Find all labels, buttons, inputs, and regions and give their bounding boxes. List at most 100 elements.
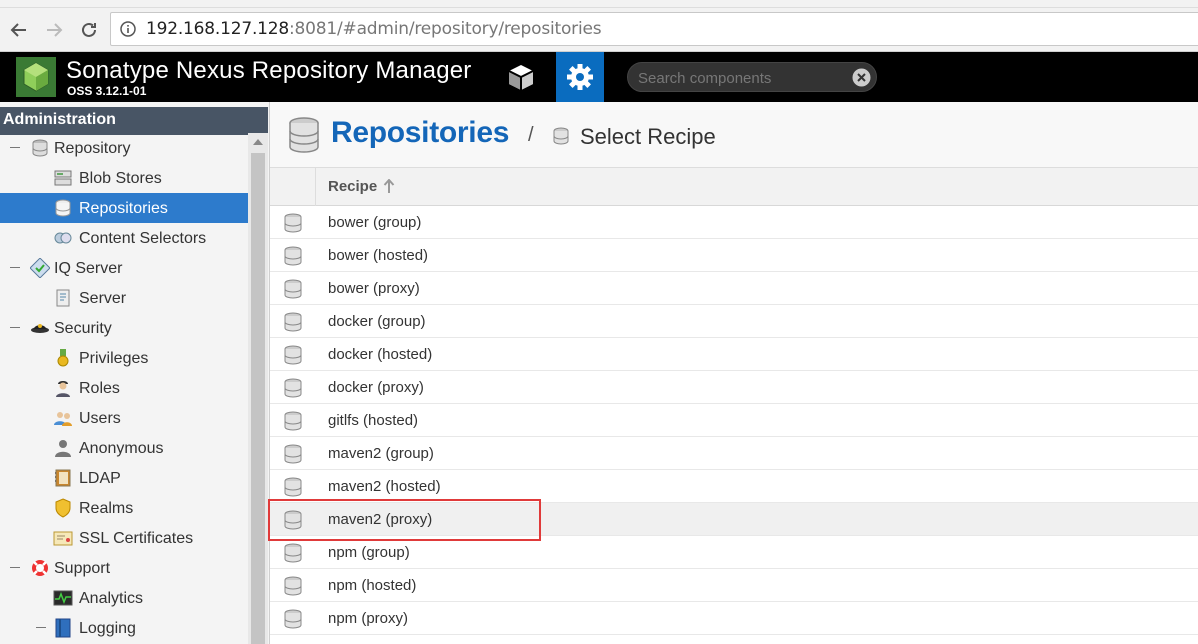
recipe-label: docker (hosted) [328, 346, 433, 363]
recipe-row[interactable]: docker (group) [270, 305, 1198, 338]
admin-nav-tree: Repository Blob Stores Repositories Cont… [0, 133, 248, 643]
database-icon [284, 477, 302, 497]
database-icon [284, 411, 302, 431]
breadcrumb: Select Recipe [580, 124, 716, 149]
database-icon [284, 312, 302, 332]
police-hat-icon [31, 324, 49, 333]
database-icon [284, 609, 302, 629]
back-button[interactable] [5, 16, 33, 44]
shield-icon [55, 498, 71, 518]
lifebuoy-icon [32, 560, 48, 576]
reload-icon [82, 22, 96, 37]
recipe-row[interactable]: npm (hosted) [270, 569, 1198, 602]
sidebar-item-server[interactable]: Server [0, 283, 248, 313]
recipe-row[interactable]: docker (hosted) [270, 338, 1198, 371]
nexus-logo-icon [16, 57, 56, 97]
collapse-toggle[interactable] [10, 567, 20, 568]
server-icon [56, 289, 70, 307]
recipe-label: npm (proxy) [328, 610, 409, 627]
address-bar[interactable]: 192.168.127.128:8081/#admin/repository/r… [110, 12, 1198, 46]
sidebar-item-logging[interactable]: Logging [0, 613, 248, 643]
recipe-label: maven2 (group) [328, 445, 434, 462]
collapse-toggle[interactable] [10, 327, 20, 328]
sidebar-item-privileges[interactable]: Privileges [0, 343, 248, 373]
sidebar-item-realms[interactable]: Realms [0, 493, 248, 523]
scroll-thumb[interactable] [251, 153, 265, 644]
certificate-icon [53, 531, 73, 546]
sidebar-item-iq-server[interactable]: IQ Server [0, 253, 248, 283]
database-icon [284, 279, 302, 299]
info-icon[interactable] [120, 21, 136, 37]
database-icon [289, 117, 319, 153]
admin-mode-button[interactable] [556, 52, 604, 102]
main-panel: Repositories / Select Recipe Recipe bowe… [268, 102, 1198, 644]
sidebar-item-security[interactable]: Security [0, 313, 248, 343]
app-header: Sonatype Nexus Repository Manager OSS 3.… [0, 52, 1198, 102]
recipe-row[interactable]: docker (proxy) [270, 371, 1198, 404]
sidebar-item-repository[interactable]: Repository [0, 133, 248, 163]
browser-tab-strip [0, 0, 1198, 8]
arrow-left-icon [10, 23, 26, 37]
anonymous-user-icon [55, 440, 71, 457]
sidebar-item-users[interactable]: Users [0, 403, 248, 433]
icon-column-header [270, 168, 316, 206]
recipe-row[interactable]: npm (proxy) [270, 602, 1198, 635]
page-header: Repositories / Select Recipe [270, 102, 1198, 168]
column-header-recipe[interactable]: Recipe [328, 178, 377, 195]
sidebar-item-blob-stores[interactable]: Blob Stores [0, 163, 248, 193]
recipe-label: gitlfs (hosted) [328, 412, 419, 429]
sort-ascending-icon[interactable] [383, 179, 395, 194]
address-book-icon [55, 469, 71, 487]
browse-mode-button[interactable] [497, 52, 545, 102]
sidebar-item-support[interactable]: Support [0, 553, 248, 583]
recipe-row[interactable]: bower (group) [270, 206, 1198, 239]
recipe-row[interactable]: bower (proxy) [270, 272, 1198, 305]
recipe-label: bower (hosted) [328, 247, 429, 264]
browser-toolbar: 192.168.127.128:8081/#admin/repository/r… [0, 8, 1198, 52]
search-input[interactable] [638, 68, 848, 88]
clear-search-icon[interactable] [852, 68, 871, 87]
recipe-label: bower (group) [328, 214, 422, 231]
database-icon [284, 213, 302, 233]
annotation-highlight [268, 499, 541, 541]
users-icon [54, 412, 72, 426]
url-text: 192.168.127.128:8081/#admin/repository/r… [146, 19, 602, 39]
database-icon [284, 576, 302, 596]
content-selector-icon [54, 232, 72, 244]
page-title: Repositories [331, 116, 510, 149]
recipe-label: bower (proxy) [328, 280, 420, 297]
recipe-row[interactable]: gitlfs (hosted) [270, 404, 1198, 437]
app-title: Sonatype Nexus Repository Manager [66, 57, 472, 84]
database-icon [284, 543, 302, 563]
collapse-toggle[interactable] [10, 267, 20, 268]
recipe-list: bower (group) bower (hosted) bower (proxy)… [270, 206, 1198, 635]
arrow-right-icon [47, 23, 63, 37]
medal-icon [57, 349, 69, 367]
reload-button[interactable] [75, 16, 103, 44]
sidebar-item-content-selectors[interactable]: Content Selectors [0, 223, 248, 253]
recipe-label: npm (group) [328, 544, 410, 561]
recipe-row[interactable]: bower (hosted) [270, 239, 1198, 272]
database-icon [284, 444, 302, 464]
recipe-row[interactable]: maven2 (group) [270, 437, 1198, 470]
database-icon [284, 345, 302, 365]
search-box [627, 62, 877, 92]
recipe-label: npm (hosted) [328, 577, 417, 594]
sidebar-item-ssl-certificates[interactable]: SSL Certificates [0, 523, 248, 553]
collapse-toggle[interactable] [36, 627, 46, 628]
scroll-up-icon[interactable] [253, 139, 263, 145]
sidebar-item-roles[interactable]: Roles [0, 373, 248, 403]
sidebar-item-ldap[interactable]: LDAP [0, 463, 248, 493]
recipe-label: docker (proxy) [328, 379, 424, 396]
role-user-icon [56, 381, 70, 397]
sidebar-item-analytics[interactable]: Analytics [0, 583, 248, 613]
sidebar-scrollbar[interactable] [248, 133, 268, 644]
collapse-toggle[interactable] [10, 147, 20, 148]
recipe-label: docker (group) [328, 313, 426, 330]
cube-icon [508, 65, 534, 90]
database-icon [55, 199, 71, 217]
database-icon [284, 378, 302, 398]
sidebar-item-anonymous[interactable]: Anonymous [0, 433, 248, 463]
forward-button[interactable] [40, 16, 68, 44]
sidebar-item-repositories[interactable]: Repositories [0, 193, 248, 223]
